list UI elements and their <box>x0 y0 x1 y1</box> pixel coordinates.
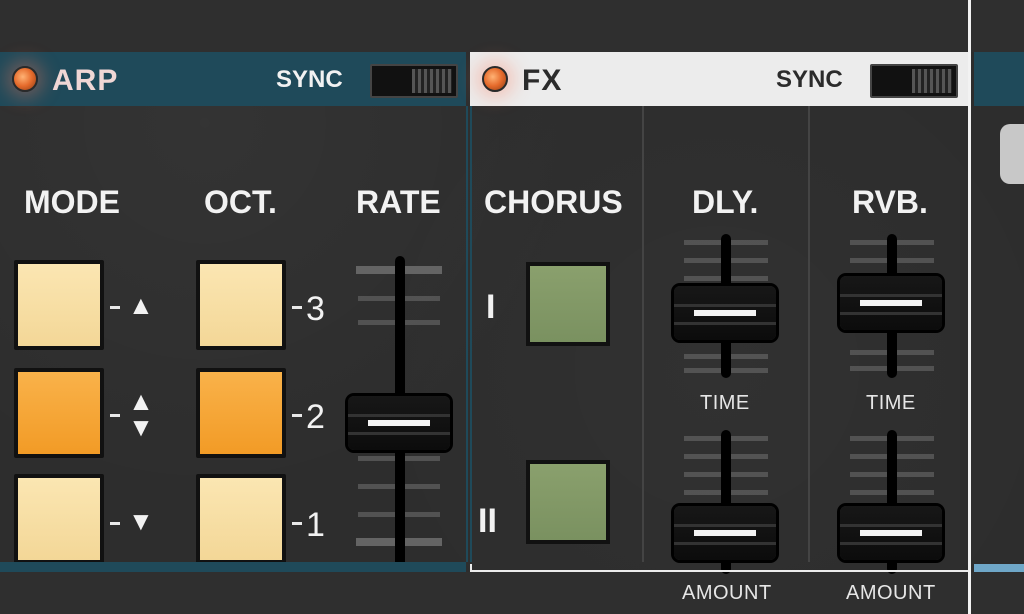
arp-sync-switch[interactable] <box>370 64 458 98</box>
oct-3-button[interactable] <box>196 260 286 350</box>
mode-label: MODE <box>24 184 120 220</box>
fx-body: CHORUS DLY. RVB. I II TIME AMOUNT TIME A… <box>470 106 972 604</box>
rate-slider-handle[interactable] <box>348 396 450 450</box>
dly-time-slider[interactable] <box>674 234 778 384</box>
arp-header: ARP SYNC <box>0 52 466 106</box>
rate-label: RATE <box>356 184 441 220</box>
oct-1-number: 1 <box>306 506 325 544</box>
chorus-ii-label: II <box>478 502 497 540</box>
oct-2-dash <box>292 414 302 417</box>
arrow-up-icon: ▲ <box>128 290 154 320</box>
fx-title: FX <box>522 64 563 97</box>
oct-3-number: 3 <box>306 290 325 328</box>
mode-updown-button[interactable] <box>14 368 104 458</box>
slider-cap-line <box>860 300 922 306</box>
dly-amount-slider[interactable] <box>674 430 778 580</box>
arp-body: MODE OCT. RATE ▲ ▲ ▼ ▼ 3 2 1 <box>0 106 468 572</box>
fx-separator <box>642 106 644 562</box>
oct-label: OCT. <box>204 184 277 220</box>
rvb-time-slider[interactable] <box>840 234 944 384</box>
oct-1-button[interactable] <box>196 474 286 564</box>
slider-cap-line <box>368 420 430 426</box>
mode-up-dash <box>110 306 120 309</box>
chorus-i-label: I <box>486 288 496 326</box>
rvb-amount-slider[interactable] <box>840 430 944 580</box>
arrow-updown-icon: ▲ ▼ <box>128 388 154 440</box>
fx-separator <box>808 106 810 562</box>
slider-cap-line <box>860 530 922 536</box>
oct-3-dash <box>292 306 302 309</box>
fx-led-icon[interactable] <box>482 66 508 92</box>
rvb-label: RVB. <box>852 184 928 220</box>
right-panel-edge <box>974 52 1024 572</box>
mode-down-button[interactable] <box>14 474 104 564</box>
right-panel-footer-stripe <box>974 564 1024 572</box>
chorus-ii-button[interactable] <box>526 460 610 544</box>
right-panel-header-stripe <box>974 52 1024 106</box>
oct-2-button[interactable] <box>196 368 286 458</box>
arrow-updown-top-icon: ▲ <box>128 386 154 416</box>
fx-sync-switch[interactable] <box>870 64 958 98</box>
chorus-label: CHORUS <box>484 184 623 220</box>
mode-up-button[interactable] <box>14 260 104 350</box>
rate-slider[interactable] <box>348 256 450 576</box>
top-area <box>0 0 1024 52</box>
arp-sync-switch-knob-icon <box>412 69 452 93</box>
slider-cap-line <box>694 310 756 316</box>
dly-time-handle[interactable] <box>674 286 776 340</box>
chorus-i-button[interactable] <box>526 262 610 346</box>
fx-section: FX SYNC CHORUS DLY. RVB. I II TIME AMOUN… <box>470 52 972 604</box>
arp-sync-label: SYNC <box>276 66 343 93</box>
arp-led-icon[interactable] <box>12 66 38 92</box>
dly-label: DLY. <box>692 184 759 220</box>
rvb-time-label: TIME <box>866 392 916 414</box>
rvb-amount-handle[interactable] <box>840 506 942 560</box>
oct-1-dash <box>292 522 302 525</box>
arrow-updown-bottom-icon: ▼ <box>128 412 154 442</box>
rvb-time-handle[interactable] <box>840 276 942 330</box>
fx-sync-label: SYNC <box>776 66 843 93</box>
fx-header: FX SYNC <box>470 52 970 106</box>
dly-amount-handle[interactable] <box>674 506 776 560</box>
arp-section: ARP SYNC MODE OCT. RATE ▲ ▲ ▼ ▼ 3 2 1 <box>0 52 468 572</box>
oct-2-number: 2 <box>306 398 325 436</box>
arp-footer <box>0 562 466 572</box>
arrow-down-icon: ▼ <box>128 506 154 536</box>
arp-title: ARP <box>52 64 119 97</box>
slider-cap-line <box>694 530 756 536</box>
dly-time-label: TIME <box>700 392 750 414</box>
fx-footer <box>470 564 970 572</box>
panel-divider-line <box>968 0 971 614</box>
right-panel-tab[interactable] <box>1000 124 1024 184</box>
mode-down-dash <box>110 522 120 525</box>
mode-updown-dash <box>110 414 120 417</box>
rvb-amount-label: AMOUNT <box>846 582 936 604</box>
dly-amount-label: AMOUNT <box>682 582 772 604</box>
fx-sync-switch-knob-icon <box>912 69 952 93</box>
